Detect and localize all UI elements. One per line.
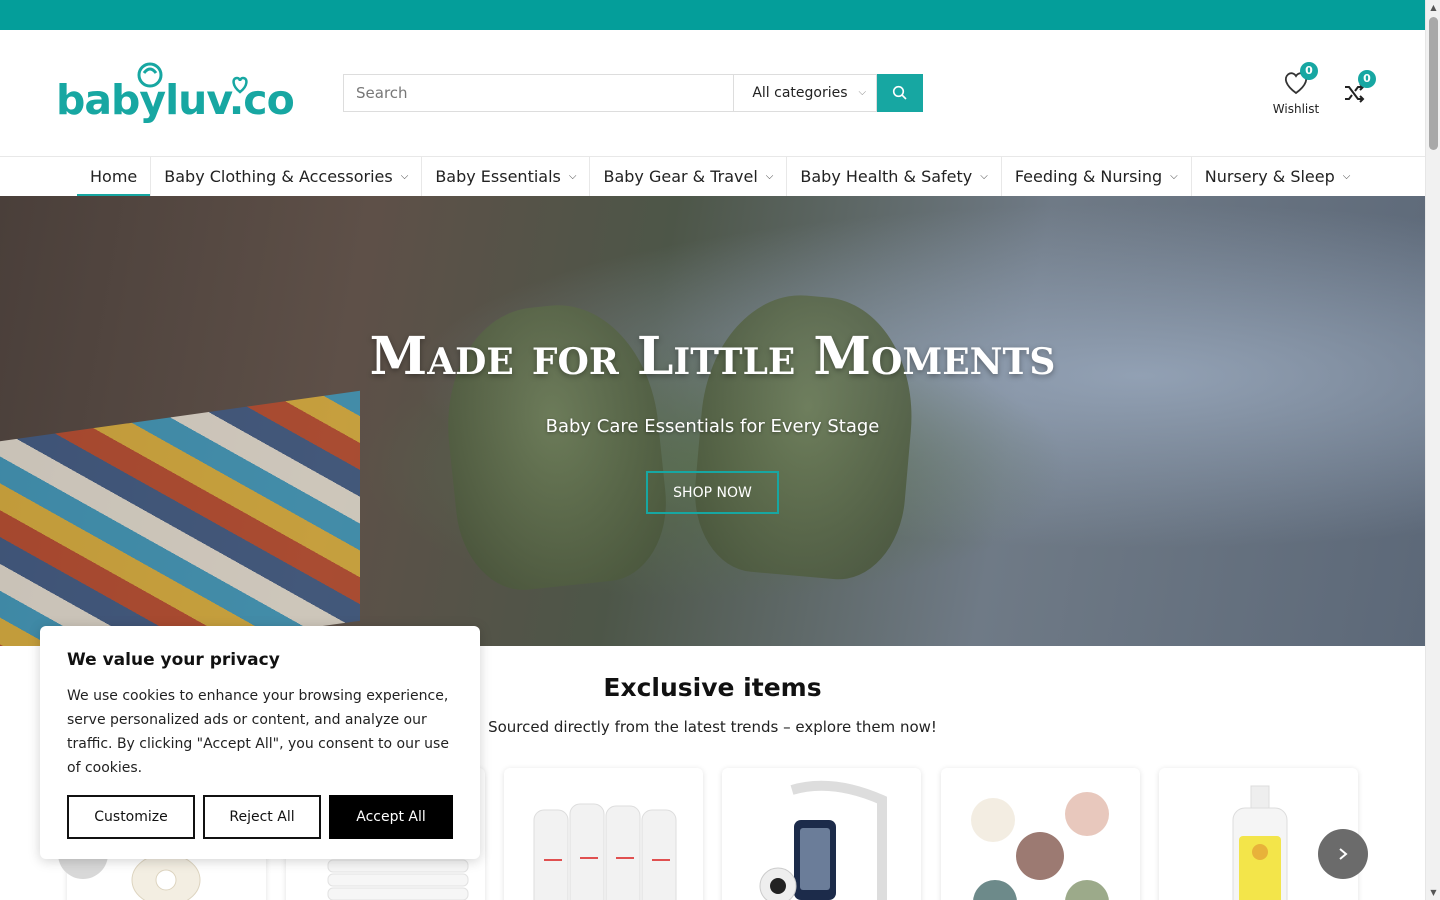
nav-item-label: Baby Gear & Travel bbox=[603, 167, 758, 186]
shop-now-button[interactable]: SHOP NOW bbox=[646, 471, 779, 514]
chevron-down-icon: ⌵ bbox=[858, 87, 867, 98]
scroll-down-arrow-icon[interactable]: ▼ bbox=[1426, 885, 1440, 900]
product-card[interactable] bbox=[722, 768, 921, 900]
compare-count-badge: 0 bbox=[1358, 70, 1376, 88]
chevron-down-icon: ⌵ bbox=[980, 171, 988, 182]
chevron-right-icon bbox=[1339, 848, 1348, 860]
wishlist-link[interactable]: Wishlist 0 bbox=[1268, 62, 1324, 120]
chevron-down-icon: ⌵ bbox=[400, 171, 409, 182]
search-icon bbox=[892, 85, 907, 100]
nav-item-label: Home bbox=[90, 167, 138, 186]
cookie-consent-banner: We value your privacy We use cookies to … bbox=[40, 626, 480, 859]
compare-link[interactable]: 0 bbox=[1340, 70, 1380, 110]
wishlist-label: Wishlist bbox=[1272, 102, 1320, 116]
chevron-down-icon: ⌵ bbox=[568, 171, 577, 182]
reject-all-button[interactable]: Reject All bbox=[203, 795, 321, 839]
scroll-up-arrow-icon[interactable]: ▲ bbox=[1426, 0, 1440, 15]
accept-all-button[interactable]: Accept All bbox=[329, 795, 453, 839]
nav-item-home[interactable]: Home bbox=[77, 157, 152, 197]
baby-bottles-icon bbox=[533, 803, 677, 900]
nav-item-baby-clothing[interactable]: Baby Clothing & Accessories ⌵ bbox=[151, 157, 423, 196]
nav-item-label: Baby Essentials bbox=[435, 167, 561, 186]
main-navigation: Home Baby Clothing & Accessories ⌵ Baby … bbox=[0, 156, 1425, 197]
nav-item-label: Baby Clothing & Accessories bbox=[164, 167, 393, 186]
hero-banner: Made for Little Moments Baby Care Essent… bbox=[0, 196, 1425, 646]
product-card[interactable] bbox=[941, 768, 1140, 900]
site-logo[interactable]: babyluv.co bbox=[56, 60, 295, 130]
pacifiers-set-icon bbox=[971, 792, 1109, 900]
baby-monitor-icon bbox=[759, 780, 887, 900]
chevron-down-icon: ⌵ bbox=[1342, 171, 1351, 182]
carousel-next-button[interactable] bbox=[1318, 829, 1368, 879]
nav-item-baby-essentials[interactable]: Baby Essentials ⌵ bbox=[422, 157, 591, 196]
search-button[interactable] bbox=[877, 74, 923, 112]
nav-item-feeding[interactable]: Feeding & Nursing ⌵ bbox=[1002, 157, 1192, 196]
hero-title: Made for Little Moments bbox=[369, 326, 1056, 387]
hero-subtitle: Baby Care Essentials for Every Stage bbox=[545, 416, 880, 437]
nav-item-nursery[interactable]: Nursery & Sleep ⌵ bbox=[1192, 157, 1364, 196]
scroll-thumb[interactable] bbox=[1429, 17, 1438, 150]
chevron-down-icon: ⌵ bbox=[1170, 171, 1178, 182]
nav-item-baby-health[interactable]: Baby Health & Safety ⌵ bbox=[787, 157, 1002, 196]
wishlist-count-badge: 0 bbox=[1300, 62, 1318, 80]
cookie-title: We value your privacy bbox=[67, 650, 280, 670]
chevron-down-icon: ⌵ bbox=[765, 171, 774, 182]
search-form: All categories ⌵ bbox=[343, 74, 923, 112]
nav-item-baby-gear[interactable]: Baby Gear & Travel ⌵ bbox=[590, 157, 788, 196]
search-input[interactable] bbox=[343, 74, 734, 112]
logo-text: babyluv.co bbox=[56, 76, 295, 124]
customize-button[interactable]: Customize bbox=[67, 795, 195, 839]
category-select[interactable]: All categories ⌵ bbox=[733, 74, 878, 112]
page-scrollbar[interactable]: ▲ ▼ bbox=[1425, 0, 1440, 900]
top-bar bbox=[0, 0, 1425, 30]
nav-item-label: Feeding & Nursing bbox=[1014, 167, 1163, 186]
product-card[interactable] bbox=[504, 768, 703, 900]
nav-item-label: Nursery & Sleep bbox=[1204, 167, 1335, 186]
site-header: babyluv.co All categories ⌵ Wishlist 0 bbox=[0, 30, 1425, 156]
category-select-value: All categories bbox=[752, 85, 848, 101]
nav-item-label: Baby Health & Safety bbox=[800, 167, 973, 186]
cookie-body: We use cookies to enhance your browsing … bbox=[67, 688, 449, 776]
